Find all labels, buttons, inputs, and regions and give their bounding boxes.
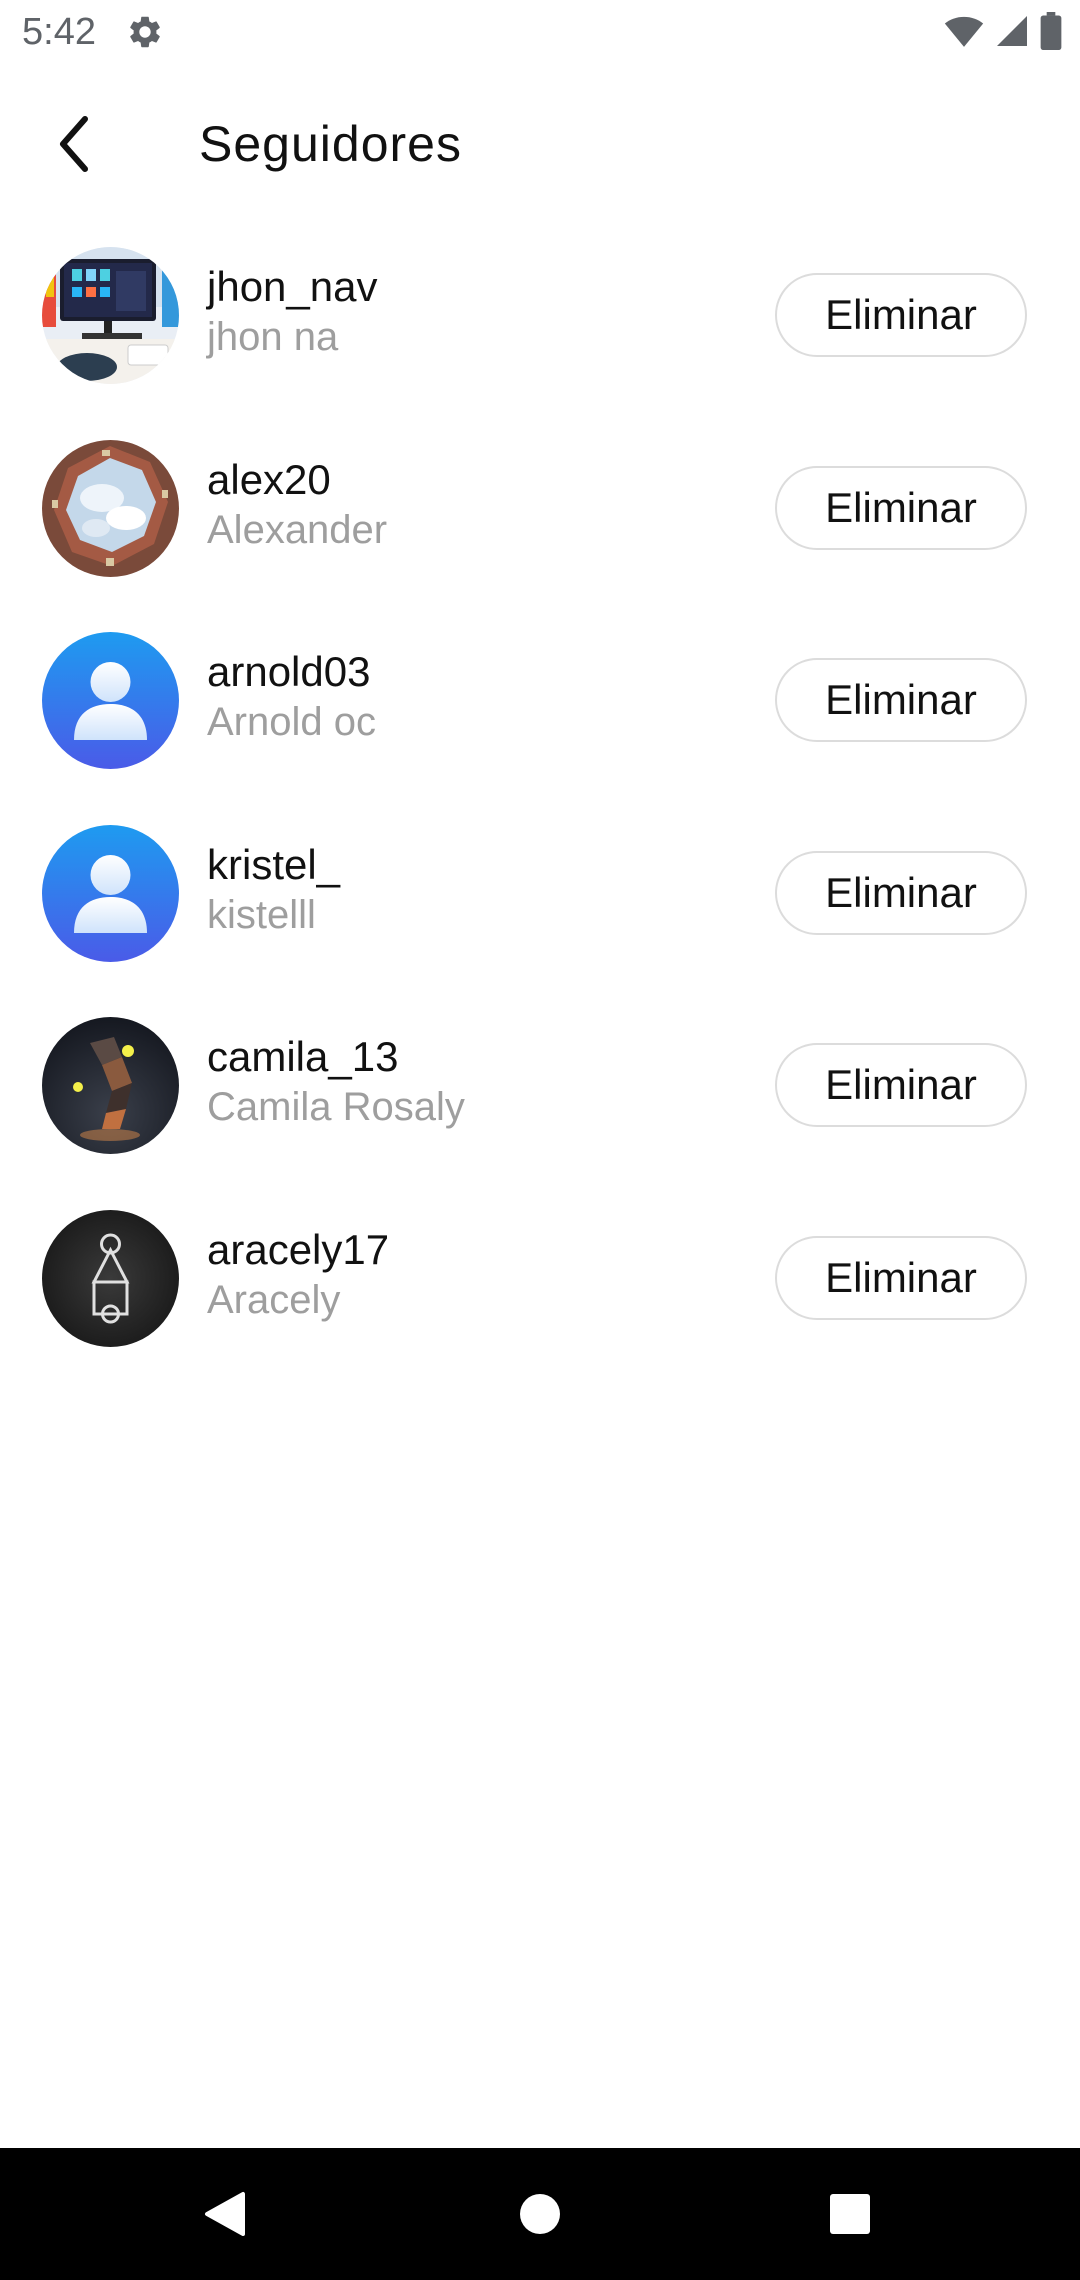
page-title: Seguidores — [199, 116, 462, 172]
nav-back-icon — [205, 2192, 245, 2236]
follower-row[interactable]: camila_13 Camila Rosaly Eliminar — [0, 1010, 1080, 1203]
back-button[interactable] — [40, 112, 110, 176]
nav-home-icon — [520, 2194, 560, 2234]
chevron-left-icon — [60, 116, 88, 172]
avatar[interactable] — [42, 247, 179, 384]
follower-fullname: kistelll — [207, 892, 316, 937]
battery-icon — [1040, 11, 1062, 55]
avatar[interactable] — [42, 1209, 179, 1347]
follower-username[interactable]: aracely17 — [207, 1225, 389, 1275]
follower-names: alex20 Alexander — [207, 455, 387, 555]
remove-follower-button[interactable]: Eliminar — [775, 465, 1027, 550]
default-person-avatar-icon[interactable] — [42, 632, 179, 769]
nav-home-button[interactable] — [510, 2184, 570, 2244]
followers-screen: 5:42 Seguidores jhon_nav jhon na Elimina… — [0, 0, 1080, 2280]
settings-icon — [126, 13, 164, 51]
follower-row[interactable]: alex20 Alexander Eliminar — [0, 433, 1080, 626]
follower-names: jhon_nav jhon na — [207, 262, 377, 362]
followers-list: jhon_nav jhon na Eliminar alex20 Alexand… — [0, 240, 1080, 1395]
follower-names: camila_13 Camila Rosaly — [207, 1032, 465, 1132]
follower-username[interactable]: alex20 — [207, 455, 387, 505]
nav-back-button[interactable] — [195, 2184, 255, 2244]
signal-icon — [994, 13, 1030, 54]
follower-row[interactable]: aracely17 Aracely Eliminar — [0, 1203, 1080, 1396]
follower-username[interactable]: arnold03 — [207, 647, 376, 697]
nav-recents-icon — [830, 2194, 870, 2234]
default-person-avatar-icon[interactable] — [42, 824, 179, 962]
follower-fullname: Arnold oc — [207, 700, 376, 744]
remove-follower-button[interactable]: Eliminar — [775, 1043, 1027, 1127]
status-time: 5:42 — [22, 11, 96, 53]
avatar[interactable] — [42, 439, 179, 577]
follower-username[interactable]: kristel_ — [207, 840, 340, 890]
follower-row[interactable]: jhon_nav jhon na Eliminar — [0, 240, 1080, 433]
follower-row[interactable]: kristel_ kistelll Eliminar — [0, 818, 1080, 1011]
status-bar: 5:42 — [0, 0, 1080, 64]
system-navigation-bar — [0, 2148, 1080, 2280]
follower-names: kristel_ kistelll — [207, 840, 340, 940]
follower-names: aracely17 Aracely — [207, 1225, 389, 1325]
wifi-icon — [944, 14, 984, 53]
follower-username[interactable]: camila_13 — [207, 1032, 465, 1082]
follower-fullname: Alexander — [207, 507, 388, 552]
remove-follower-button[interactable]: Eliminar — [775, 273, 1027, 357]
avatar[interactable] — [42, 1017, 179, 1154]
follower-row[interactable]: arnold03 Arnold oc Eliminar — [0, 625, 1080, 818]
remove-follower-button[interactable]: Eliminar — [775, 658, 1027, 742]
status-icons — [944, 11, 1062, 55]
remove-follower-button[interactable]: Eliminar — [775, 1235, 1027, 1320]
toolbar: Seguidores — [0, 100, 1080, 188]
follower-username[interactable]: jhon_nav — [207, 262, 377, 312]
follower-fullname: Aracely — [207, 1277, 341, 1322]
follower-fullname: Camila Rosaly — [207, 1085, 465, 1129]
nav-recents-button[interactable] — [820, 2184, 880, 2244]
follower-fullname: jhon na — [207, 315, 339, 359]
follower-names: arnold03 Arnold oc — [207, 647, 376, 747]
remove-follower-button[interactable]: Eliminar — [775, 850, 1027, 935]
